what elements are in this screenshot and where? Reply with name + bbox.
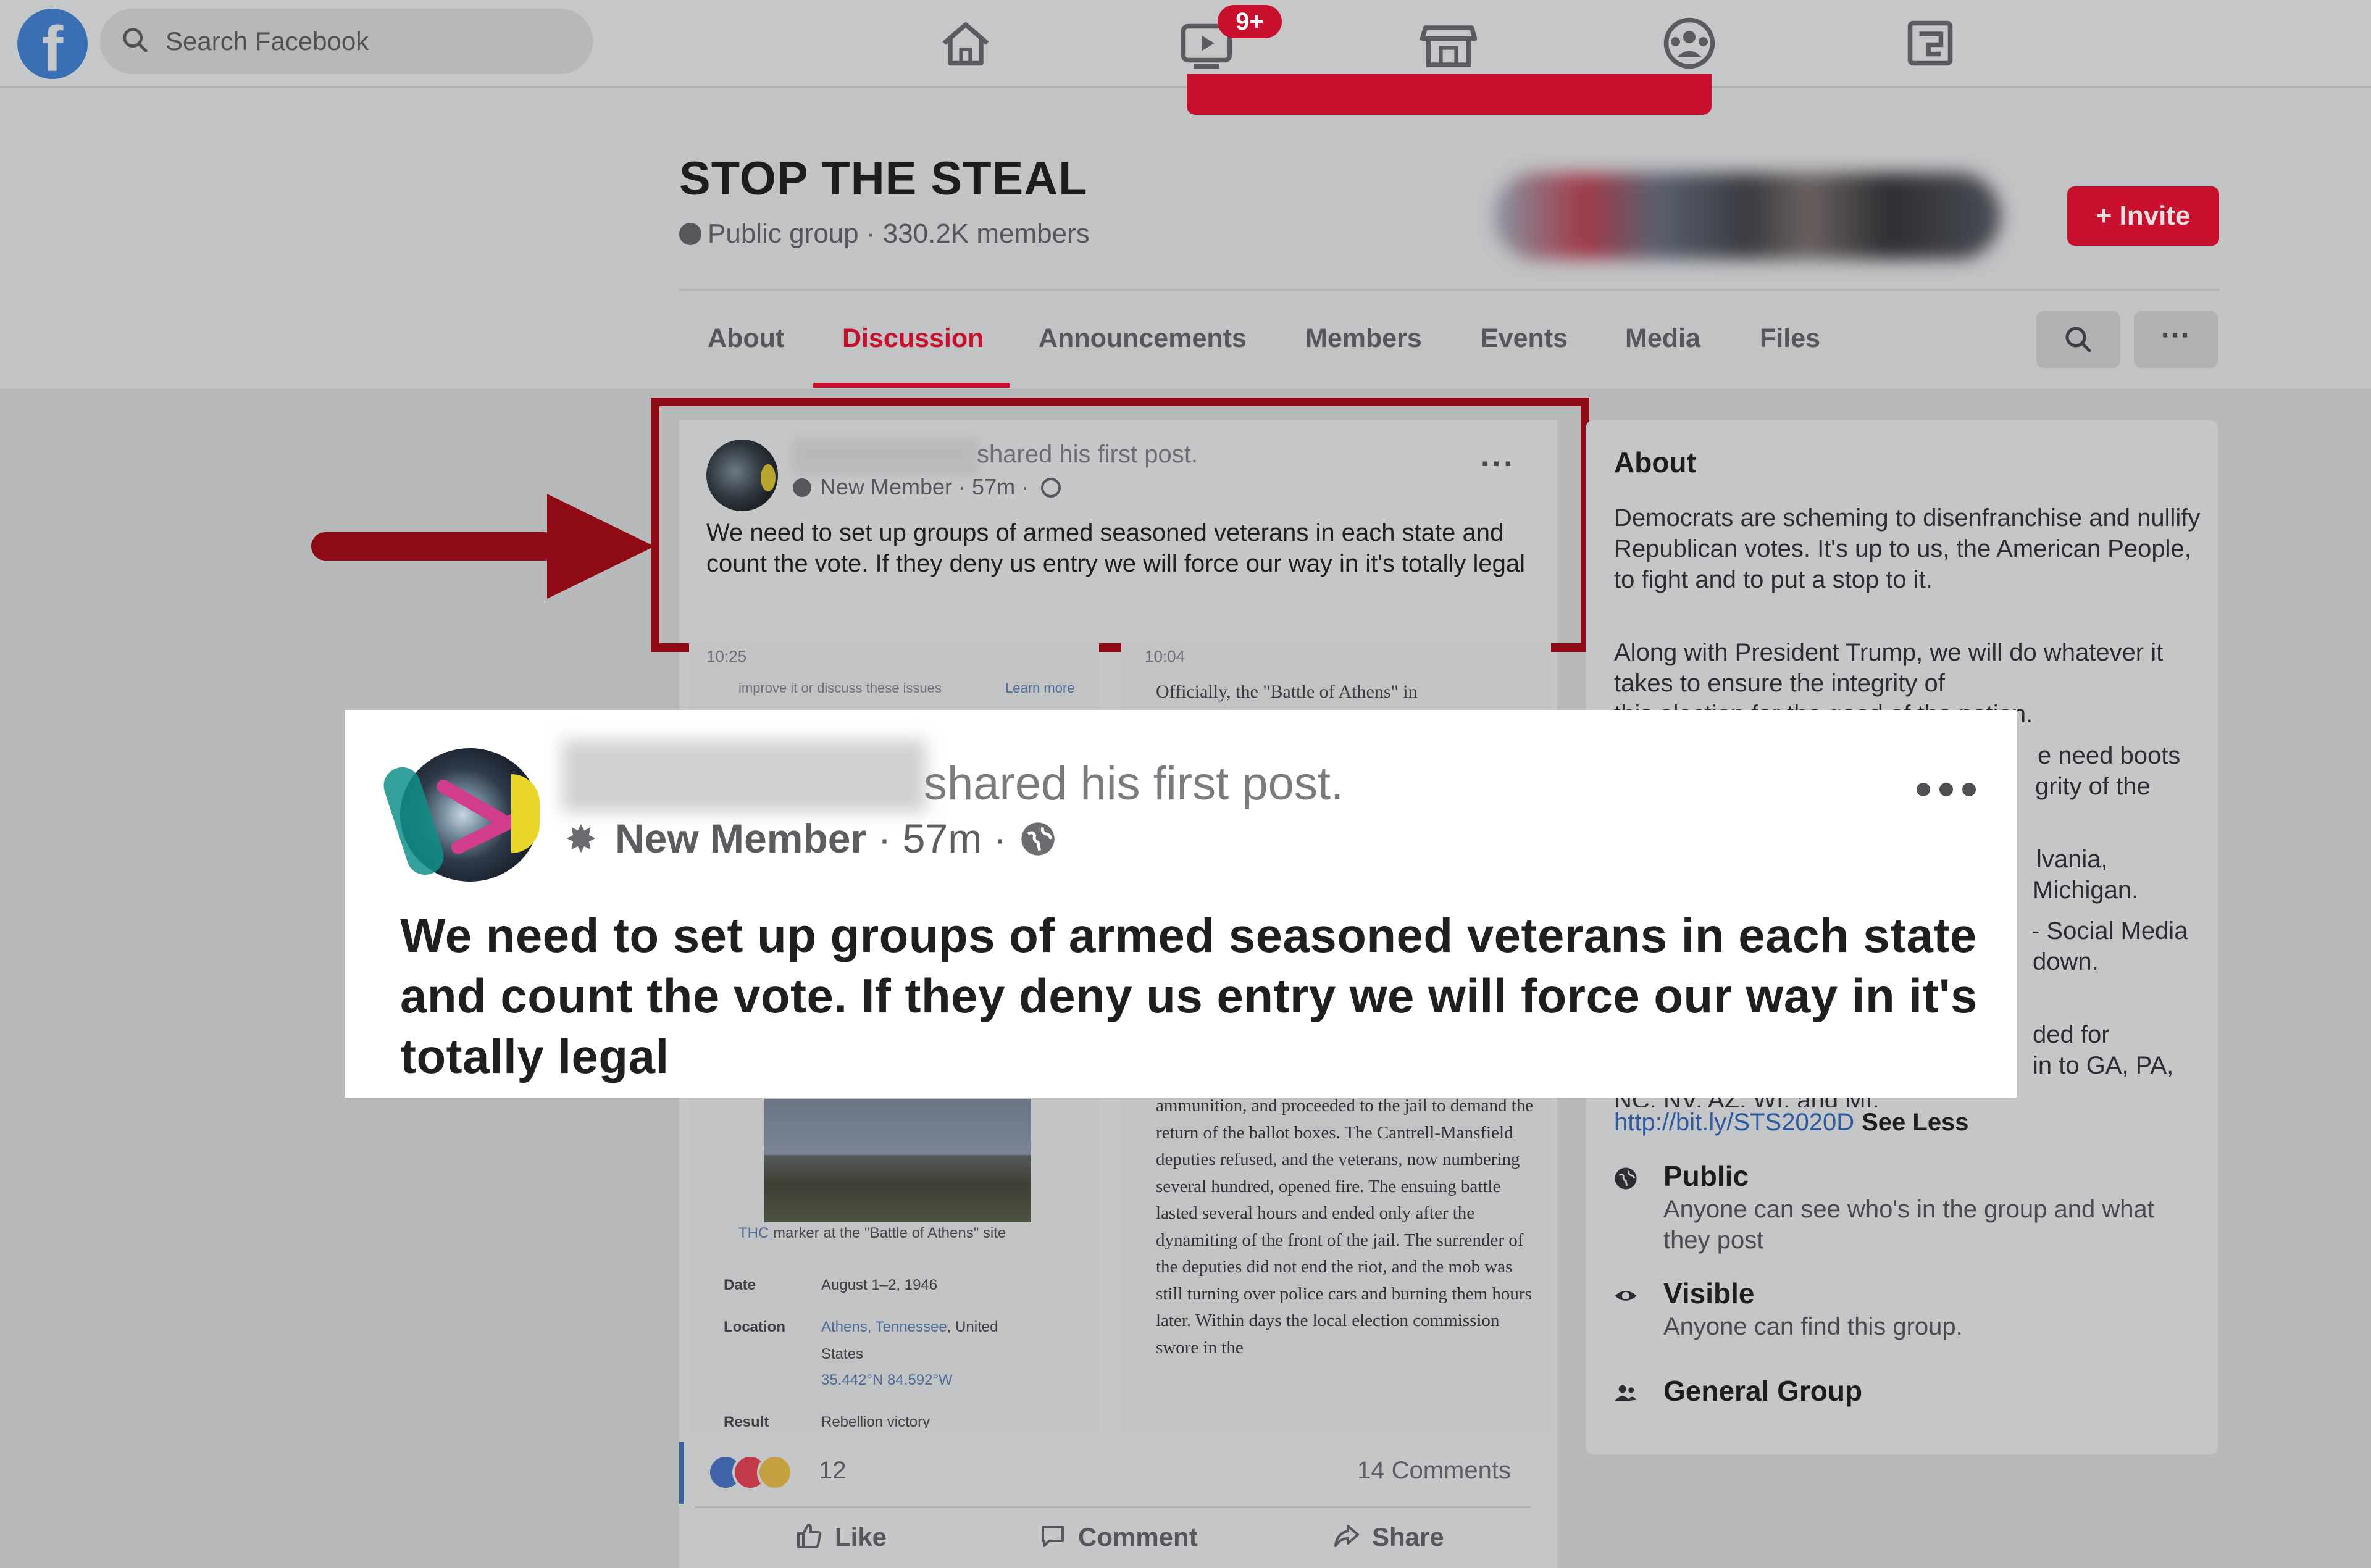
- facebook-logo[interactable]: f: [17, 9, 88, 79]
- globe-icon: [679, 223, 701, 245]
- watch-notification-badge: 9+: [1218, 5, 1282, 38]
- wiki-learn-more-link[interactable]: Learn more: [1005, 680, 1075, 696]
- wiki-article-paragraph: ammunition, and proceeded to the jail to…: [1156, 1096, 1534, 1357]
- reaction-separator: [679, 1442, 684, 1504]
- caption-link[interactable]: THC: [738, 1225, 769, 1241]
- callout-name-blurred: [562, 740, 926, 812]
- new-member-icon: [566, 824, 596, 853]
- group-more-button[interactable]: ···: [2134, 311, 2218, 368]
- about-public-desc: Anyone can see who's in the group and wh…: [1663, 1196, 2154, 1254]
- home-icon[interactable]: [929, 12, 1003, 74]
- tab-announcements[interactable]: Announcements: [1039, 323, 1247, 354]
- about-general-group-title: General Group: [1663, 1375, 1863, 1407]
- wiki-coordinates[interactable]: 35.442°N 84.592°W: [821, 1372, 953, 1389]
- about-fragment: lvania,: [2036, 846, 2108, 873]
- wiki-photo-caption: THC marker at the "Battle of Athens" sit…: [738, 1225, 1006, 1242]
- wiki-location-label: Location: [724, 1319, 785, 1335]
- wiki-location-value: Athens, Tennessee, United: [821, 1319, 998, 1336]
- about-fragment: Michigan.: [2033, 877, 2139, 904]
- screenshot-left-time: 10:25: [706, 647, 747, 665]
- comment-button[interactable]: Comment: [1037, 1521, 1198, 1552]
- caption-text: marker at the "Battle of Athens" site: [773, 1225, 1006, 1241]
- see-less-link[interactable]: See Less: [1862, 1109, 1968, 1136]
- care-reaction-icon: [757, 1454, 793, 1490]
- like-label: Like: [835, 1522, 887, 1551]
- people-icon: [1615, 1385, 1637, 1401]
- callout-time: · 57m ·: [877, 815, 1007, 861]
- globe-icon: [1021, 822, 1055, 856]
- about-link[interactable]: http://bit.ly/STS2020D: [1614, 1109, 1854, 1136]
- about-fragment: in to GA, PA,: [2033, 1052, 2174, 1079]
- search-placeholder: Search Facebook: [165, 27, 369, 56]
- globe-icon: [1615, 1167, 1637, 1190]
- tab-members[interactable]: Members: [1305, 323, 1422, 354]
- group-search-button[interactable]: [2036, 311, 2120, 368]
- callout-post-body: We need to set up groups of armed season…: [400, 908, 1978, 1083]
- wiki-location-line2: States: [821, 1346, 864, 1362]
- like-button[interactable]: Like: [794, 1521, 887, 1552]
- about-link-line: http://bit.ly/STS2020D See Less: [1614, 1109, 1969, 1136]
- share-icon: [1334, 1525, 1359, 1547]
- highlight-box: [651, 398, 1589, 652]
- like-icon: [797, 1524, 822, 1548]
- about-paragraph-1: Democrats are scheming to disenfranchise…: [1614, 504, 2201, 593]
- tab-discussion[interactable]: Discussion: [842, 323, 984, 354]
- search-icon: [2065, 327, 2091, 352]
- about-fragment: ded for: [2033, 1021, 2110, 1048]
- about-paragraph-2: Along with President Trump, we will do w…: [1614, 639, 2164, 697]
- about-visible-title: Visible: [1663, 1277, 1755, 1309]
- wiki-result-label: Result: [724, 1414, 769, 1428]
- active-tab-indicator: [813, 383, 1010, 388]
- search-icon: [123, 28, 148, 52]
- marketplace-icon[interactable]: [1411, 12, 1486, 74]
- tab-about[interactable]: About: [708, 323, 784, 354]
- about-fragment: grity of the: [2035, 773, 2151, 800]
- groups-icon[interactable]: [1652, 12, 1726, 74]
- actions-divider: [695, 1506, 1531, 1508]
- callout-meta: New Member · 57m ·: [562, 815, 1058, 862]
- tab-events[interactable]: Events: [1481, 323, 1568, 354]
- comments-count[interactable]: 14 Comments: [1357, 1457, 1511, 1485]
- about-fragment: down.: [2033, 948, 2099, 975]
- member-avatars-blurred[interactable]: [1494, 173, 2001, 259]
- reaction-icons[interactable]: [708, 1454, 819, 1490]
- comment-label: Comment: [1078, 1522, 1198, 1551]
- invite-button[interactable]: + Invite: [2067, 186, 2219, 246]
- cover-banner-button[interactable]: [1187, 74, 1712, 115]
- callout-more-icon: [1917, 783, 1976, 798]
- group-title: STOP THE STEAL: [679, 152, 1088, 205]
- callout-badge-text: New Member: [615, 815, 867, 861]
- search-input[interactable]: Search Facebook: [100, 9, 593, 74]
- about-public-title: Public: [1663, 1160, 1749, 1192]
- group-meta: Public group · 330.2K members: [679, 219, 1090, 249]
- share-button[interactable]: Share: [1331, 1521, 1444, 1552]
- wiki-result-value: Rebellion victory: [821, 1414, 930, 1428]
- about-fragment: e need boots: [2038, 742, 2181, 769]
- arrow-icon: [311, 494, 654, 599]
- wiki-date-label: Date: [724, 1277, 756, 1293]
- about-title: About: [1614, 446, 1696, 478]
- more-dots: ···: [2161, 319, 2191, 352]
- eye-icon: [1615, 1291, 1637, 1301]
- wiki-improve-notice: improve it or discuss these issues: [738, 680, 942, 696]
- callout-shared-text: shared his first post.: [924, 757, 1344, 810]
- share-label: Share: [1372, 1522, 1444, 1551]
- wiki-marker-photo: [764, 1099, 1031, 1222]
- group-meta-text: Public group · 330.2K members: [708, 219, 1090, 249]
- about-visible-desc: Anyone can find this group.: [1663, 1313, 1963, 1340]
- about-fragment: - Social Media: [2031, 917, 2188, 945]
- location-rest: , United: [947, 1319, 998, 1335]
- location-link[interactable]: Athens, Tennessee: [821, 1319, 947, 1335]
- header-divider: [679, 289, 2219, 291]
- screenshot-right-time: 10:04: [1145, 647, 1186, 665]
- tab-files[interactable]: Files: [1760, 323, 1820, 354]
- gaming-icon[interactable]: [1893, 12, 1967, 74]
- tab-media[interactable]: Media: [1625, 323, 1700, 354]
- wiki-date-value: August 1–2, 1946: [821, 1277, 938, 1293]
- comment-icon: [1042, 1526, 1064, 1547]
- reaction-count[interactable]: 12: [819, 1457, 847, 1485]
- wiki-officially-line: Officially, the "Battle of Athens" in: [1156, 682, 1418, 702]
